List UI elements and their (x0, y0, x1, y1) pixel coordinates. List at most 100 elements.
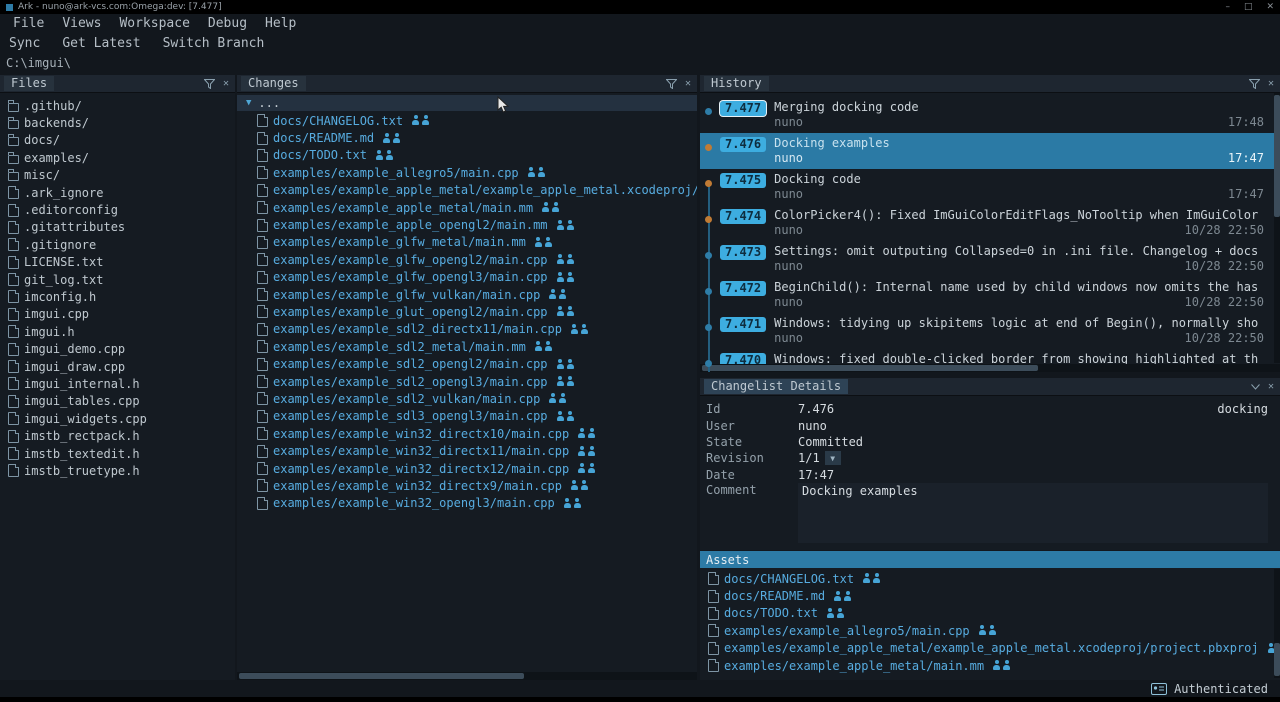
asset-row[interactable]: docs/README.md (700, 587, 1280, 604)
changed-file-row[interactable]: examples/example_sdl2_metal/main.mm (237, 338, 697, 355)
history-entry[interactable]: 7.471 Windows: tidying up skipitems logi… (700, 313, 1280, 349)
expander-down-icon[interactable]: ▼ (246, 98, 251, 108)
asset-row[interactable]: examples/example_apple_metal/example_app… (700, 640, 1280, 657)
comment-box[interactable]: Docking examples (798, 483, 1268, 543)
changed-file-row[interactable]: docs/TODO.txt (237, 147, 697, 164)
combo-arrow-icon[interactable]: ▼ (825, 451, 841, 465)
asset-row[interactable]: docs/TODO.txt (700, 605, 1280, 622)
minimize-icon[interactable]: – (1225, 2, 1230, 12)
tab-files[interactable]: Files (4, 76, 54, 91)
changed-file-row[interactable]: examples/example_sdl3_opengl3/main.cpp (237, 408, 697, 425)
scrollbar-thumb[interactable] (239, 673, 524, 679)
file-tree-item[interactable]: imstb_textedit.h (0, 445, 235, 462)
asset-row[interactable]: examples/example_allegro5/main.cpp (700, 622, 1280, 639)
file-tree-item[interactable]: imconfig.h (0, 288, 235, 305)
file-tree-item[interactable]: .gitignore (0, 236, 235, 253)
menu-item[interactable]: Help (256, 16, 305, 31)
file-tree-item[interactable]: imgui.h (0, 323, 235, 340)
changed-file-row[interactable]: examples/example_glfw_opengl2/main.cpp (237, 251, 697, 268)
scrollbar-thumb[interactable] (1274, 95, 1280, 217)
panel-close-icon[interactable]: ✕ (1268, 79, 1274, 89)
file-tree-item[interactable]: imgui_internal.h (0, 375, 235, 392)
changed-file-row[interactable]: docs/README.md (237, 129, 697, 146)
file-tree-item[interactable]: .github/ (0, 97, 235, 114)
file-tree-item[interactable]: imgui_draw.cpp (0, 358, 235, 375)
panel-close-icon[interactable]: ✕ (1268, 382, 1274, 392)
changes-root-row[interactable]: ▼ ... (237, 95, 697, 111)
commit-author: nuno (774, 187, 803, 201)
checkout-users-icon (578, 463, 595, 474)
commit-dot-icon (705, 216, 712, 223)
asset-file-name: docs/README.md (724, 589, 825, 603)
history-entry[interactable]: 7.475 Docking code nuno 17:47 (700, 169, 1280, 205)
assets-v-scrollbar[interactable] (1274, 569, 1280, 678)
chevron-down-icon[interactable] (1251, 384, 1260, 390)
changed-file-row[interactable]: examples/example_sdl2_opengl2/main.cpp (237, 355, 697, 372)
changed-file-row[interactable]: examples/example_apple_opengl2/main.mm (237, 216, 697, 233)
file-tree-item[interactable]: git_log.txt (0, 271, 235, 288)
history-entry[interactable]: 7.473 Settings: omit outputing Collapsed… (700, 241, 1280, 277)
history-h-scrollbar[interactable] (700, 364, 1280, 372)
menu-item[interactable]: Debug (199, 16, 256, 31)
menu-item[interactable]: File (4, 16, 53, 31)
tab-history[interactable]: History (704, 76, 769, 91)
changed-file-row[interactable]: examples/example_sdl2_directx11/main.cpp (237, 321, 697, 338)
changed-file-row[interactable]: examples/example_win32_directx11/main.cp… (237, 442, 697, 459)
changed-file-row[interactable]: examples/example_apple_metal/example_app… (237, 182, 697, 199)
history-v-scrollbar[interactable] (1274, 93, 1280, 363)
changed-file-row[interactable]: examples/example_apple_metal/main.mm (237, 199, 697, 216)
changed-file-row[interactable]: examples/example_allegro5/main.cpp (237, 164, 697, 181)
changed-file-row[interactable]: examples/example_glut_opengl2/main.cpp (237, 303, 697, 320)
changed-file-row[interactable]: examples/example_sdl2_opengl3/main.cpp (237, 373, 697, 390)
changed-file-row[interactable]: examples/example_win32_directx12/main.cp… (237, 460, 697, 477)
file-tree-item[interactable]: .gitattributes (0, 219, 235, 236)
file-tree-item[interactable]: docs/ (0, 132, 235, 149)
close-icon[interactable]: ✕ (1266, 2, 1274, 12)
tab-changes[interactable]: Changes (241, 76, 306, 91)
checkout-users-icon (557, 220, 574, 231)
file-tree-item[interactable]: examples/ (0, 149, 235, 166)
panel-close-icon[interactable]: ✕ (685, 79, 691, 89)
changed-file-row[interactable]: examples/example_win32_opengl3/main.cpp (237, 495, 697, 512)
changed-file-row[interactable]: examples/example_glfw_vulkan/main.cpp (237, 286, 697, 303)
changed-file-row[interactable]: examples/example_win32_directx10/main.cp… (237, 425, 697, 442)
file-tree-item[interactable]: imstb_rectpack.h (0, 427, 235, 444)
toolbar-button[interactable]: Get Latest (62, 36, 140, 51)
history-entry[interactable]: 7.477 Merging docking code nuno 17:48 (700, 97, 1280, 133)
panel-close-icon[interactable]: ✕ (223, 79, 229, 89)
file-tree-item[interactable]: imgui_widgets.cpp (0, 410, 235, 427)
file-tree-item[interactable]: backends/ (0, 114, 235, 131)
file-tree-item[interactable]: misc/ (0, 167, 235, 184)
tab-changelist-details[interactable]: Changelist Details (704, 379, 848, 394)
filter-icon[interactable] (666, 79, 677, 89)
toolbar-button[interactable]: Sync (9, 36, 40, 51)
changed-file-row[interactable]: examples/example_glfw_opengl3/main.cpp (237, 269, 697, 286)
filter-icon[interactable] (204, 79, 215, 89)
history-entry[interactable]: 7.474 ColorPicker4(): Fixed ImGuiColorEd… (700, 205, 1280, 241)
file-tree-item[interactable]: .editorconfig (0, 201, 235, 218)
changed-file-row[interactable]: docs/CHANGELOG.txt (237, 112, 697, 129)
history-entry[interactable]: 7.476 Docking examples nuno 17:47 (700, 133, 1280, 169)
scrollbar-thumb[interactable] (1274, 643, 1280, 676)
toolbar-button[interactable]: Switch Branch (163, 36, 265, 51)
scrollbar-thumb[interactable] (702, 365, 1038, 371)
changed-file-row[interactable]: examples/example_glfw_metal/main.mm (237, 234, 697, 251)
asset-row[interactable]: examples/example_apple_metal/main.mm (700, 657, 1280, 674)
file-tree-item[interactable]: LICENSE.txt (0, 254, 235, 271)
history-entry[interactable]: 7.472 BeginChild(): Internal name used b… (700, 277, 1280, 313)
menu-item[interactable]: Views (53, 16, 110, 31)
asset-row[interactable]: docs/CHANGELOG.txt (700, 570, 1280, 587)
changed-file-row[interactable]: examples/example_sdl2_vulkan/main.cpp (237, 390, 697, 407)
checkout-users-icon (979, 625, 996, 636)
changes-h-scrollbar[interactable] (237, 672, 697, 680)
filter-icon[interactable] (1249, 79, 1260, 89)
maximize-icon[interactable]: □ (1244, 2, 1253, 12)
menu-item[interactable]: Workspace (110, 16, 198, 31)
file-tree-item[interactable]: imgui_demo.cpp (0, 340, 235, 357)
revision-combo[interactable]: 1/1 ▼ (798, 451, 841, 465)
file-tree-item[interactable]: imstb_truetype.h (0, 462, 235, 479)
file-tree-item[interactable]: imgui.cpp (0, 306, 235, 323)
changed-file-row[interactable]: examples/example_win32_directx9/main.cpp (237, 477, 697, 494)
file-tree-item[interactable]: imgui_tables.cpp (0, 393, 235, 410)
file-tree-item[interactable]: .ark_ignore (0, 184, 235, 201)
